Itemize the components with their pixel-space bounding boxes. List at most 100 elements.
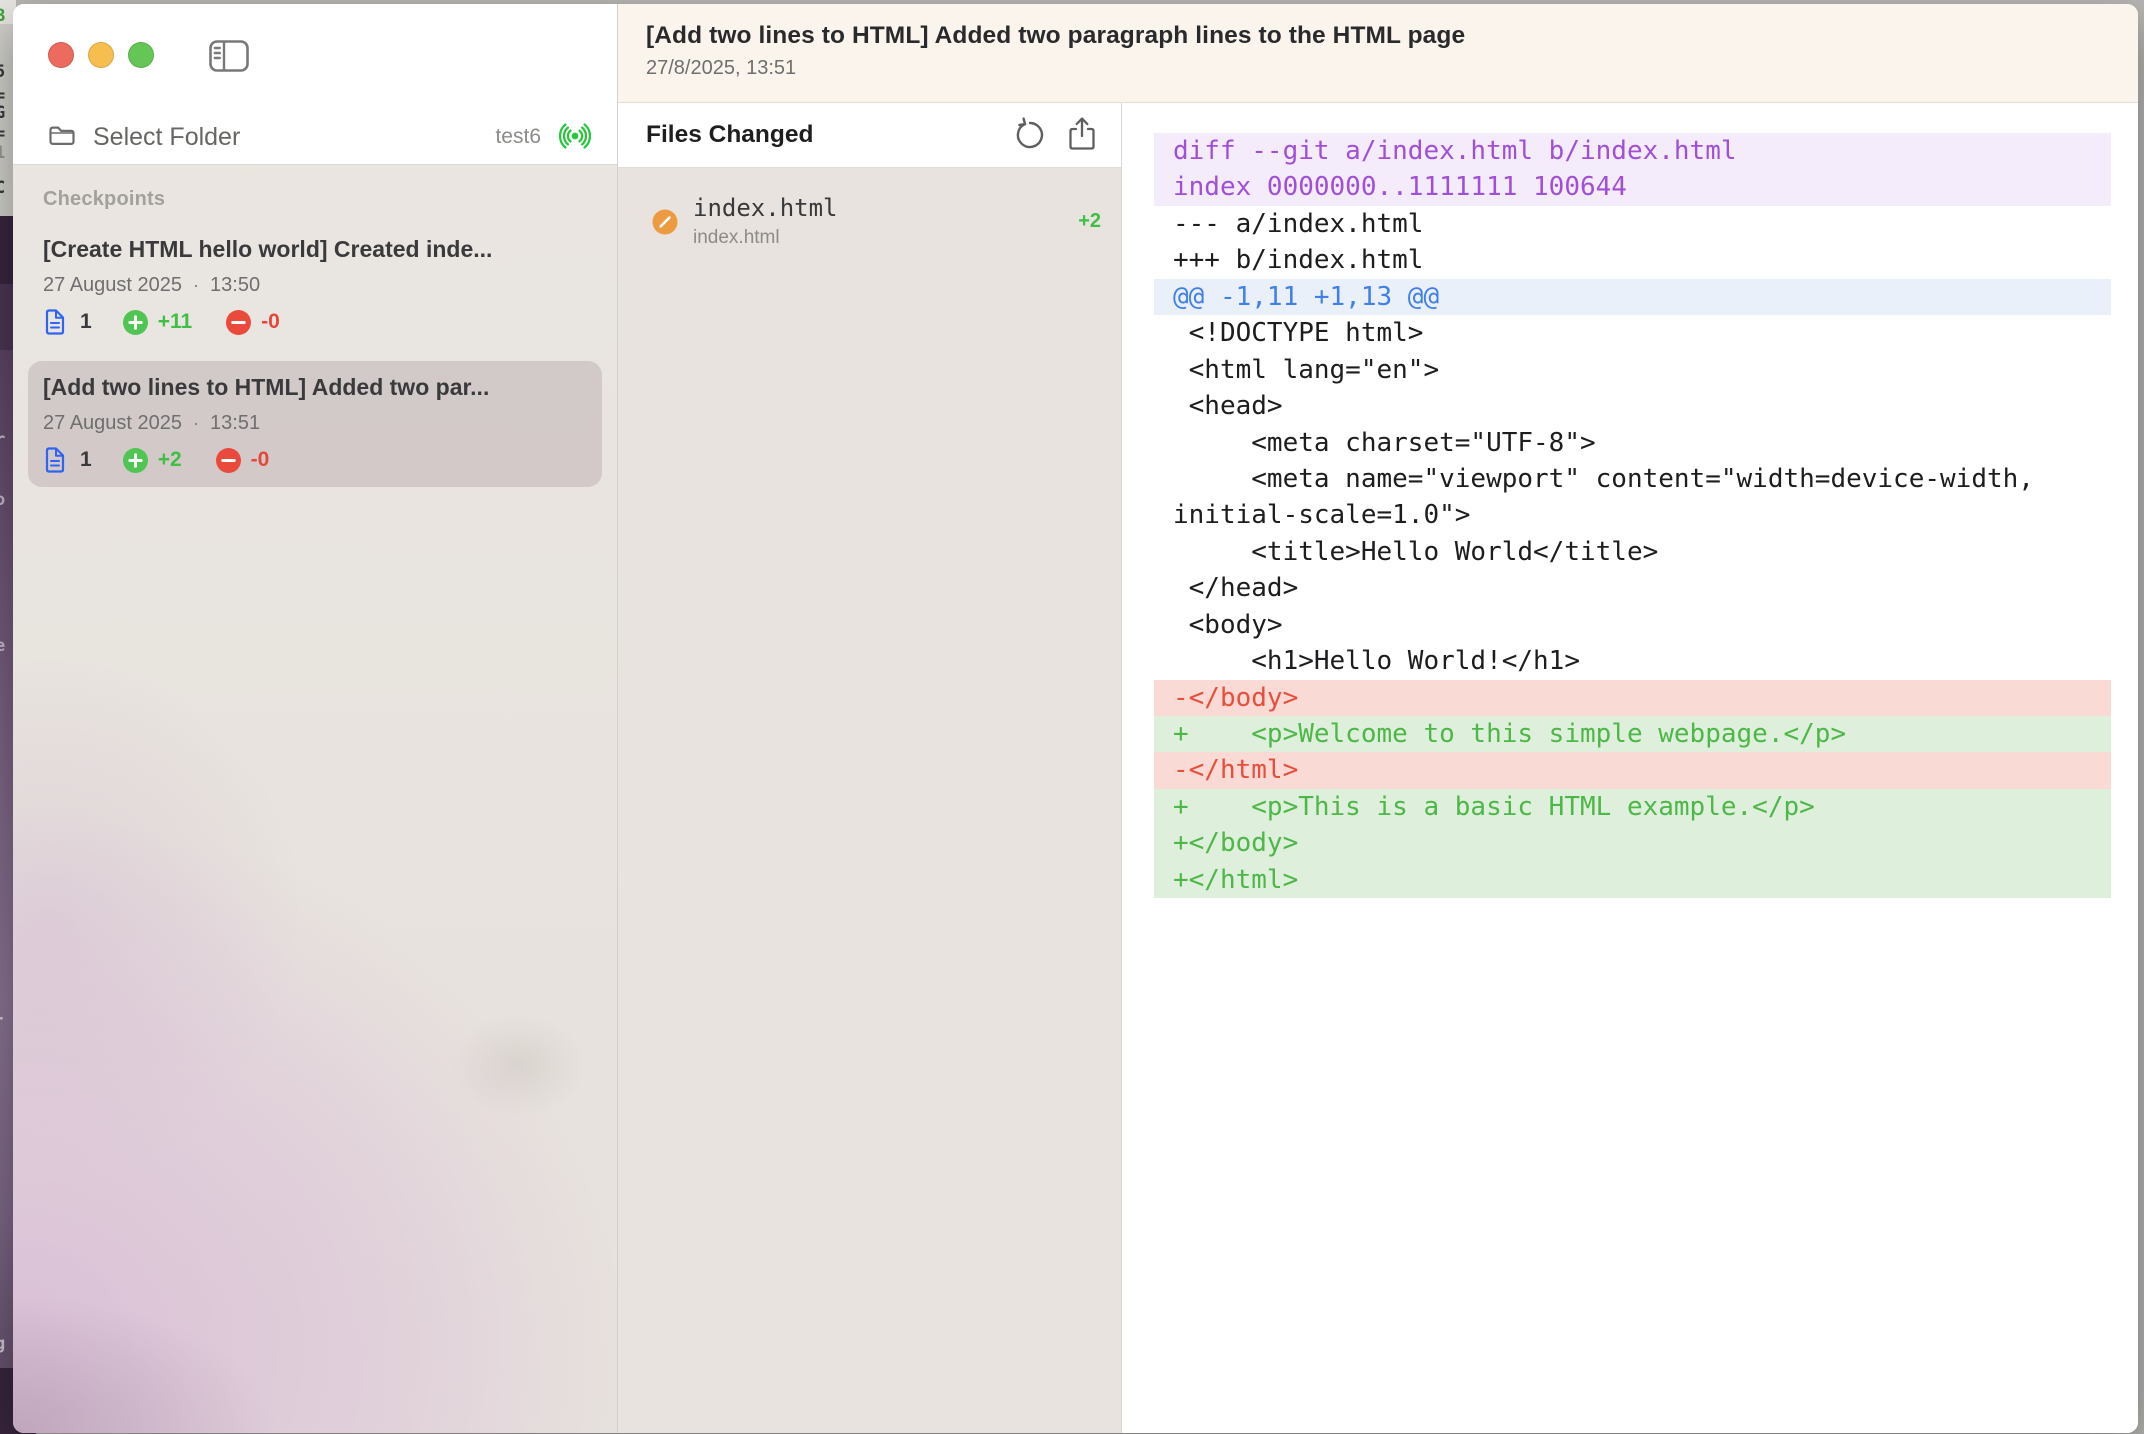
changed-file-count: 1 bbox=[80, 310, 92, 334]
background-text-fragment: - bbox=[0, 1008, 5, 1028]
main-area: [Add two lines to HTML] Added two paragr… bbox=[617, 4, 2138, 1433]
background-text-fragment: C bbox=[0, 178, 5, 198]
diff-row: <!DOCTYPE html> bbox=[1154, 315, 2111, 351]
file-additions: +2 bbox=[1078, 210, 1101, 233]
diff-row-text: -</body> bbox=[1173, 683, 1298, 713]
meta-separator-dot: · bbox=[193, 413, 199, 434]
checkpoint-time: 13:51 bbox=[210, 412, 260, 435]
diff-row-text: <title>Hello World</title> bbox=[1173, 537, 1658, 567]
checkpoint-item[interactable]: [Add two lines to HTML] Added two par...… bbox=[28, 361, 602, 487]
diff-row: <h1>Hello World!</h1> bbox=[1154, 643, 2111, 679]
checkpoint-meta: 27 August 2025 · 13:51 bbox=[43, 412, 588, 435]
diff-row-text: <body> bbox=[1173, 610, 1283, 640]
diff-row: -</body> bbox=[1154, 680, 2111, 716]
diff-row: <html lang="en"> bbox=[1154, 352, 2111, 388]
live-signal-icon bbox=[553, 120, 597, 155]
background-text-fragment: 5 bbox=[0, 62, 5, 82]
checkpoints-section: Checkpoints [Create HTML hello world] Cr… bbox=[13, 165, 617, 1433]
file-item[interactable]: index.html index.html +2 bbox=[618, 194, 1121, 249]
checkpoint-title: [Add two lines to HTML] Added two par... bbox=[43, 374, 588, 401]
checkpoints-section-title: Checkpoints bbox=[43, 188, 617, 211]
sidebar-toggle-button[interactable] bbox=[209, 40, 249, 75]
diff-row: </head> bbox=[1154, 570, 2111, 606]
sidebar-toggle-icon bbox=[209, 60, 249, 75]
diff-row-text: + <p>This is a basic HTML example.</p> bbox=[1173, 792, 1815, 822]
files-changed-panel: Files Changed bbox=[618, 103, 1122, 1433]
diff-view: diff --git a/index.html b/index.html ind… bbox=[1154, 133, 2138, 898]
diff-row: + <p>Welcome to this simple webpage.</p> bbox=[1154, 716, 2111, 752]
select-folder-button[interactable]: Select Folder test6 bbox=[48, 116, 597, 158]
traffic-lights bbox=[48, 42, 154, 68]
background-text-fragment: o bbox=[0, 490, 5, 510]
app-window: Select Folder test6 bbox=[13, 4, 2138, 1433]
diff-row-text: <meta charset="UTF-8"> bbox=[1173, 428, 1596, 458]
file-name: index.html bbox=[693, 194, 1078, 222]
diff-row: diff --git a/index.html b/index.html bbox=[1154, 133, 2111, 169]
sidebar: Select Folder test6 bbox=[13, 4, 617, 1433]
diff-row-text: <h1>Hello World!</h1> bbox=[1173, 646, 1580, 676]
deletions-minus-icon bbox=[225, 309, 252, 336]
page-title: [Add two lines to HTML] Added two paragr… bbox=[646, 22, 2138, 50]
sidebar-header: Select Folder test6 bbox=[13, 4, 617, 165]
diff-row-text: -</html> bbox=[1173, 755, 1298, 785]
file-path: index.html bbox=[693, 227, 1078, 249]
additions-plus-icon bbox=[122, 309, 149, 336]
zoom-button[interactable] bbox=[128, 42, 154, 68]
checkpoint-date: 27 August 2025 bbox=[43, 274, 182, 297]
diff-row: <title>Hello World</title> bbox=[1154, 534, 2111, 570]
file-count-icon bbox=[43, 308, 67, 336]
background-text-fragment: = bbox=[0, 124, 5, 144]
modified-badge-icon bbox=[652, 209, 678, 235]
diff-row-text: + <p>Welcome to this simple webpage.</p> bbox=[1173, 719, 1846, 749]
background-text-fragment: g bbox=[0, 1334, 5, 1354]
share-button[interactable] bbox=[1067, 116, 1097, 155]
diff-row: --- a/index.html bbox=[1154, 206, 2111, 242]
diff-row: @@ -1,11 +1,13 @@ bbox=[1154, 279, 2111, 315]
checkpoint-detail-header: [Add two lines to HTML] Added two paragr… bbox=[618, 4, 2138, 103]
restore-button[interactable] bbox=[1013, 117, 1047, 154]
file-labels: index.html index.html bbox=[693, 194, 1078, 249]
diff-row-text: index 0000000..1111111 100644 bbox=[1173, 172, 1627, 202]
checkpoint-stats: 1 +2 -0 bbox=[43, 446, 588, 474]
diff-row: <meta charset="UTF-8"> bbox=[1154, 425, 2111, 461]
deletions-minus-icon bbox=[215, 447, 242, 474]
diff-row-text: diff --git a/index.html b/index.html bbox=[1173, 136, 1737, 166]
diff-row-text: --- a/index.html bbox=[1173, 209, 1423, 239]
file-list: index.html index.html +2 bbox=[618, 168, 1121, 249]
checkpoint-meta: 27 August 2025 · 13:50 bbox=[43, 274, 588, 297]
checkpoint-item[interactable]: [Create HTML hello world] Created inde..… bbox=[28, 223, 602, 349]
close-button[interactable] bbox=[48, 42, 74, 68]
checkpoint-date: 27 August 2025 bbox=[43, 412, 182, 435]
diff-row-text: initial-scale=1.0"> bbox=[1173, 500, 1470, 530]
diff-row: + <p>This is a basic HTML example.</p> bbox=[1154, 789, 2111, 825]
background-text-fragment: 1 bbox=[0, 143, 5, 163]
diff-row-text: +</html> bbox=[1173, 865, 1298, 895]
diff-row-text: <html lang="en"> bbox=[1173, 355, 1439, 385]
content-area: Files Changed bbox=[618, 103, 2138, 1433]
diff-row: -</html> bbox=[1154, 752, 2111, 788]
deletions-count: -0 bbox=[261, 310, 280, 334]
additions-plus-icon bbox=[122, 447, 149, 474]
folder-icon bbox=[48, 124, 76, 151]
background-text-fragment: G bbox=[0, 103, 5, 123]
checkpoint-title: [Create HTML hello world] Created inde..… bbox=[43, 236, 588, 263]
diff-row: initial-scale=1.0"> bbox=[1154, 497, 2111, 533]
checkpoint-timestamp: 27/8/2025, 13:51 bbox=[646, 57, 2138, 80]
diff-row-text: <head> bbox=[1173, 391, 1283, 421]
checkpoint-time: 13:50 bbox=[210, 274, 260, 297]
select-folder-label: Select Folder bbox=[93, 123, 495, 152]
minimize-button[interactable] bbox=[88, 42, 114, 68]
diff-row: <body> bbox=[1154, 607, 2111, 643]
diff-row: index 0000000..1111111 100644 bbox=[1154, 169, 2111, 205]
diff-row-text: +</body> bbox=[1173, 828, 1298, 858]
background-text-fragment: r bbox=[0, 430, 5, 450]
diff-row-text: +++ b/index.html bbox=[1173, 245, 1423, 275]
diff-row: +</body> bbox=[1154, 825, 2111, 861]
diff-row: +++ b/index.html bbox=[1154, 242, 2111, 278]
checkpoint-list: [Create HTML hello world] Created inde..… bbox=[13, 223, 617, 487]
meta-separator-dot: · bbox=[193, 275, 199, 296]
background-text-fragment: B bbox=[0, 6, 5, 26]
diff-row: +</html> bbox=[1154, 862, 2111, 898]
diff-row-text: <meta name="viewport" content="width=dev… bbox=[1173, 464, 2034, 494]
folder-name: test6 bbox=[495, 125, 541, 149]
